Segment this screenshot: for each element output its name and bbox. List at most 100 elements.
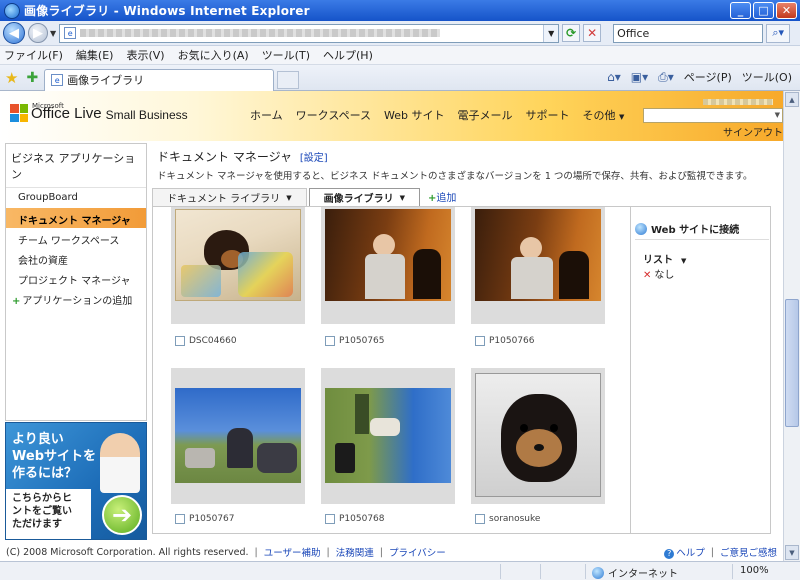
nav-workspace[interactable]: ワークスペース xyxy=(296,107,371,123)
window-title: 画像ライブラリ - Windows Internet Explorer xyxy=(24,4,310,18)
search-input[interactable]: Office xyxy=(613,23,764,43)
promo-headline: より良い Webサイトを 作るには？ xyxy=(12,432,96,481)
menu-file[interactable]: ファイル(F) xyxy=(4,47,63,63)
page-menu[interactable]: ページ(P) xyxy=(684,69,732,85)
menu-help[interactable]: ヘルプ(H) xyxy=(323,47,373,63)
feeds-icon[interactable]: ▣▾ xyxy=(631,70,648,84)
url-dropdown-icon[interactable]: ▼ xyxy=(543,24,559,42)
feedback-link[interactable]: ご意見ご感想 xyxy=(720,545,777,559)
tab-bar: ★ ✚ e 画像ライブラリ ⌂▾ ▣▾ ⎙▾ ページ(P) ツール(O) xyxy=(0,65,800,91)
window-controls: _ □ ✕ xyxy=(730,2,797,19)
page-icon: e xyxy=(64,27,77,39)
menu-favorites[interactable]: お気に入り(A) xyxy=(178,47,249,63)
logo-small-business: Small Business xyxy=(105,107,188,122)
refresh-button[interactable]: ⟳ xyxy=(562,24,581,42)
list-dropdown[interactable]: リスト ▼ xyxy=(643,251,686,266)
url-input[interactable]: e ▼ xyxy=(59,23,560,43)
back-button[interactable]: ◀ xyxy=(3,22,25,44)
browser-tab[interactable]: e 画像ライブラリ xyxy=(44,68,275,91)
home-icon[interactable]: ⌂▾ xyxy=(607,70,621,84)
image-thumbnail[interactable] xyxy=(321,368,455,504)
menu-view[interactable]: 表示(V) xyxy=(126,47,164,63)
site-header: Microsoft Office Live Small Business ホーム… xyxy=(0,91,783,141)
promo-person-image xyxy=(100,433,140,493)
chevron-down-icon: ▼ xyxy=(681,257,687,265)
image-thumbnail[interactable] xyxy=(171,368,305,504)
settings-link[interactable]: [設定] xyxy=(300,153,328,164)
scroll-up-icon[interactable]: ▲ xyxy=(785,92,799,107)
select-checkbox[interactable] xyxy=(325,514,335,524)
forward-button[interactable]: ▶ xyxy=(28,23,48,43)
nav-website[interactable]: Web サイト xyxy=(384,107,444,123)
page-title: ドキュメント マネージャ [設定] xyxy=(157,150,328,164)
maximize-button[interactable]: □ xyxy=(753,2,774,19)
security-zone: インターネット xyxy=(592,565,678,580)
tab-label: 画像ライブラリ xyxy=(67,74,145,87)
select-checkbox[interactable] xyxy=(175,514,185,524)
nav-home[interactable]: ホーム xyxy=(250,107,283,123)
footer-right-links: ? ヘルプ | ご意見ご感想 xyxy=(664,545,777,559)
add-application-link[interactable]: + アプリケーションの追加 xyxy=(6,288,146,311)
help-link[interactable]: ? ヘルプ xyxy=(664,545,705,559)
url-blurred-text xyxy=(80,29,441,37)
sidebar-item-team-workspace[interactable]: チーム ワークスペース xyxy=(6,228,146,248)
office-live-logo[interactable]: Microsoft Office Live Small Business xyxy=(10,102,188,122)
menu-edit[interactable]: 編集(E) xyxy=(76,47,114,63)
image-gallery: DSC04660 P1050765 P1050766 P1050767 P105… xyxy=(152,206,630,534)
stop-button[interactable]: ✕ xyxy=(583,24,602,42)
promo-body: こちらからヒ ントをご覧い ただけます xyxy=(6,489,91,539)
new-tab-button[interactable] xyxy=(277,70,300,89)
image-caption: soranosuke xyxy=(475,514,540,524)
select-checkbox[interactable] xyxy=(475,514,485,524)
arrow-right-icon[interactable]: ➔ xyxy=(102,495,142,535)
close-button[interactable]: ✕ xyxy=(776,2,797,19)
nav-support[interactable]: サポート xyxy=(526,107,570,123)
ie-icon xyxy=(4,2,20,19)
history-dropdown-icon[interactable]: ▼ xyxy=(50,29,56,38)
promo-banner[interactable]: より良い Webサイトを 作るには？ こちらからヒ ントをご覧い ただけます ➔ xyxy=(5,422,147,540)
help-icon: ? xyxy=(664,548,675,559)
image-thumbnail[interactable] xyxy=(471,368,605,504)
title-bar: 画像ライブラリ - Windows Internet Explorer _ □ … xyxy=(0,0,800,21)
web-page: Microsoft Office Live Small Business ホーム… xyxy=(0,91,783,561)
web-connect-panel: Web サイトに接続 リスト ▼ ✕ なし xyxy=(630,206,771,534)
select-checkbox[interactable] xyxy=(325,336,335,346)
print-icon[interactable]: ⎙▾ xyxy=(658,70,674,85)
accessibility-link[interactable]: ユーザー補助 xyxy=(264,545,321,559)
tab-document-library[interactable]: ドキュメント ライブラリ ▼ xyxy=(152,188,307,206)
signout-link[interactable]: サインアウト xyxy=(723,124,783,139)
select-checkbox[interactable] xyxy=(475,336,485,346)
nav-more[interactable]: その他 ▼ xyxy=(583,107,625,123)
sidebar-item-document-manager[interactable]: ドキュメント マネージャ xyxy=(6,208,146,228)
chevron-down-icon: ▼ xyxy=(286,193,292,202)
scroll-thumb[interactable] xyxy=(785,299,799,427)
tab-image-library[interactable]: 画像ライブラリ ▼ xyxy=(308,188,420,206)
image-thumbnail[interactable] xyxy=(321,207,455,324)
account-dropdown[interactable] xyxy=(643,108,783,123)
nav-email[interactable]: 電子メール xyxy=(458,107,513,123)
address-bar: ◀ ▶ ▼ e ▼ ⟳ ✕ Office ⌕▾ xyxy=(0,21,800,46)
image-caption: DSC04660 xyxy=(175,336,237,346)
panel-heading: Web サイトに接続 xyxy=(635,221,739,236)
sidebar-item-project-manager[interactable]: プロジェクト マネージャ xyxy=(6,268,146,288)
image-caption: P1050766 xyxy=(475,336,535,346)
site-navigation: ホーム ワークスペース Web サイト 電子メール サポート その他 ▼ xyxy=(250,107,624,123)
add-tab-link[interactable]: +追加 xyxy=(428,189,456,206)
menu-tools[interactable]: ツール(T) xyxy=(262,47,310,63)
sidebar-item-company-assets[interactable]: 会社の資産 xyxy=(6,248,146,268)
sidebar-item-groupboard[interactable]: GroupBoard xyxy=(6,188,146,208)
library-tabs: ドキュメント ライブラリ ▼ 画像ライブラリ ▼ +追加 xyxy=(152,188,456,206)
search-icon[interactable]: ⌕▾ xyxy=(766,23,791,43)
legal-link[interactable]: 法務関連 xyxy=(336,545,374,559)
select-checkbox[interactable] xyxy=(175,336,185,346)
image-thumbnail[interactable] xyxy=(171,207,305,324)
image-thumbnail[interactable] xyxy=(471,207,605,324)
add-favorite-icon[interactable]: ✚ xyxy=(26,70,38,86)
scroll-down-icon[interactable]: ▼ xyxy=(785,545,799,560)
vertical-scrollbar[interactable]: ▲ ▼ xyxy=(783,91,800,561)
tools-menu[interactable]: ツール(O) xyxy=(742,69,792,85)
favorites-star-icon[interactable]: ★ xyxy=(5,69,18,87)
minimize-button[interactable]: _ xyxy=(730,2,751,19)
zoom-level[interactable]: 100% xyxy=(740,565,769,576)
privacy-link[interactable]: プライバシー xyxy=(389,545,446,559)
